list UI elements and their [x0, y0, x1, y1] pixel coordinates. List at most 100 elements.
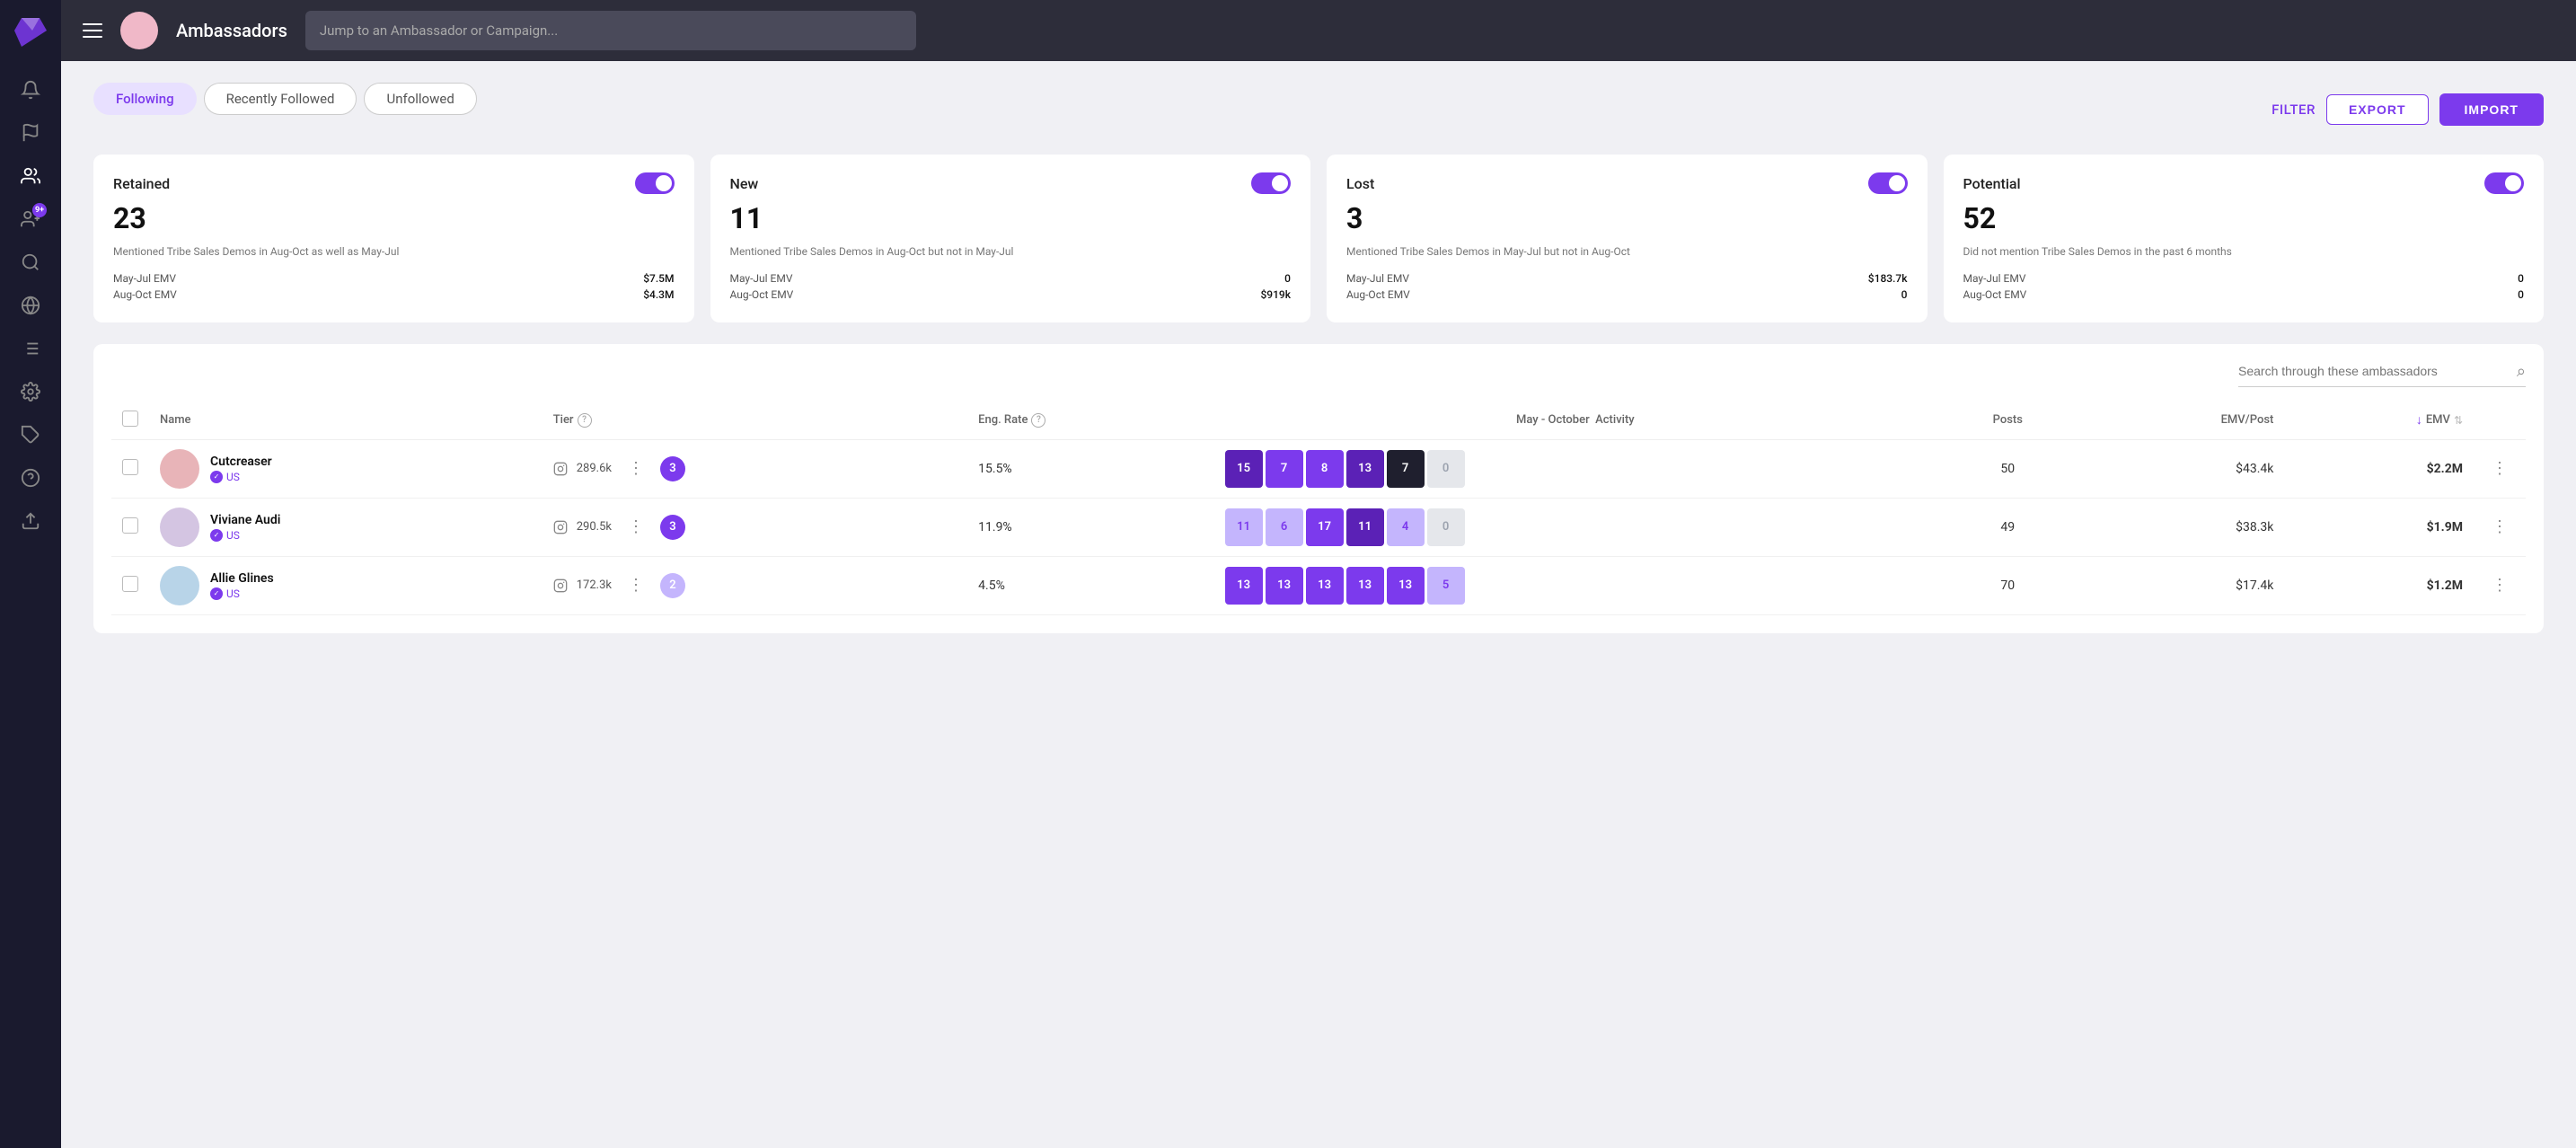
country-label: US: [226, 587, 240, 600]
th-period: May - October Activity: [1214, 402, 1936, 440]
emv-value: $2.2M: [2427, 462, 2463, 476]
posts-cell: 50: [1936, 439, 2078, 498]
filter-button[interactable]: FILTER: [2272, 102, 2316, 118]
card-title-lost: Lost: [1346, 175, 1374, 192]
card-stat-retained-1: Aug-Oct EMV $4.3M: [113, 288, 675, 301]
table-body: Cutcreaser ✓ US 289.6k ⋮ 3 15.5%15781370…: [111, 439, 2526, 614]
sidebar-item-add-person[interactable]: 9+: [11, 199, 50, 239]
logo[interactable]: [0, 0, 61, 61]
activity-cell: 13131313135: [1214, 556, 1936, 614]
card-lost: Lost 3 Mentioned Tribe Sales Demos in Ma…: [1327, 155, 1928, 322]
instagram-icon: [553, 462, 568, 476]
sidebar-item-flag[interactable]: [11, 113, 50, 153]
stat-value: 0: [2518, 288, 2524, 301]
card-number-potential: 52: [1963, 201, 2525, 235]
th-tier: Tier ?: [543, 402, 967, 440]
row-checkbox[interactable]: [122, 517, 138, 534]
tab-recently-followed[interactable]: Recently Followed: [204, 83, 357, 115]
sidebar-item-globe[interactable]: [11, 286, 50, 325]
tag-icon: [21, 425, 40, 445]
select-all-checkbox[interactable]: [122, 411, 138, 427]
topbar: Ambassadors Jump to an Ambassador or Cam…: [61, 0, 2576, 61]
export-icon: [21, 511, 40, 531]
card-stat-new-1: Aug-Oct EMV $919k: [730, 288, 1292, 301]
card-title-retained: Retained: [113, 175, 170, 192]
global-search[interactable]: Jump to an Ambassador or Campaign...: [305, 11, 916, 50]
toggle-lost[interactable]: [1868, 172, 1908, 194]
ambassador-name: Allie Glines: [210, 571, 274, 586]
row-checkbox[interactable]: [122, 576, 138, 592]
card-title-potential: Potential: [1963, 175, 2021, 192]
th-emv: ↓ EMV ⇅: [2284, 402, 2474, 440]
th-actions: [2474, 402, 2526, 440]
sidebar-item-list[interactable]: [11, 329, 50, 368]
header-row: Following Recently Followed Unfollowed F…: [93, 83, 2544, 137]
toggle-retained[interactable]: [635, 172, 675, 194]
activity-cell-2: 8: [1306, 450, 1344, 488]
sidebar-item-tag[interactable]: [11, 415, 50, 455]
toggle-new[interactable]: [1251, 172, 1291, 194]
card-stat-lost-0: May-Jul EMV $183.7k: [1346, 272, 1908, 285]
row-dots-menu[interactable]: ⋮: [2484, 572, 2515, 598]
tier-badge: 2: [660, 573, 685, 598]
tier-info-icon[interactable]: ?: [578, 413, 592, 428]
stat-label: Aug-Oct EMV: [113, 288, 177, 301]
dots-menu-tier[interactable]: ⋮: [621, 572, 651, 598]
emv-value: $1.2M: [2427, 578, 2463, 593]
import-button[interactable]: IMPORT: [2439, 93, 2544, 126]
main-area: Ambassadors Jump to an Ambassador or Cam…: [61, 0, 2576, 1148]
sort-down-icon: ↓: [2416, 412, 2422, 428]
eng-rate-info-icon[interactable]: ?: [1031, 413, 1045, 428]
tab-following[interactable]: Following: [93, 83, 197, 115]
sidebar-item-people[interactable]: [11, 156, 50, 196]
stat-value: 0: [1284, 272, 1291, 285]
ambassador-name-cell: Allie Glines ✓ US: [149, 556, 543, 614]
card-header-potential: Potential: [1963, 172, 2525, 194]
table-search[interactable]: ⌕: [2238, 362, 2526, 387]
menu-button[interactable]: [83, 23, 102, 38]
row-checkbox[interactable]: [122, 459, 138, 475]
stat-label: Aug-Oct EMV: [1346, 288, 1410, 301]
table-row: Viviane Audi ✓ US 290.5k ⋮ 3 11.9%116171…: [111, 498, 2526, 556]
row-dots-menu[interactable]: ⋮: [2484, 455, 2515, 481]
card-header-retained: Retained: [113, 172, 675, 194]
dots-menu-tier[interactable]: ⋮: [621, 455, 651, 481]
sidebar-item-search[interactable]: [11, 243, 50, 282]
toggle-potential[interactable]: [2484, 172, 2524, 194]
sidebar-item-notifications[interactable]: [11, 70, 50, 110]
card-stat-retained-0: May-Jul EMV $7.5M: [113, 272, 675, 285]
eng-rate-value: 11.9%: [978, 520, 1012, 534]
header-actions: FILTER EXPORT IMPORT: [2272, 93, 2544, 126]
tab-unfollowed[interactable]: Unfollowed: [364, 83, 476, 115]
card-new: New 11 Mentioned Tribe Sales Demos in Au…: [710, 155, 1311, 322]
emv-cell: $2.2M: [2284, 439, 2474, 498]
activity-cell-0: 15: [1225, 450, 1263, 488]
stat-label: May-Jul EMV: [730, 272, 793, 285]
ambassador-avatar: [160, 449, 199, 489]
export-button[interactable]: EXPORT: [2326, 94, 2429, 125]
table-search-input[interactable]: [2238, 364, 2510, 378]
card-desc-new: Mentioned Tribe Sales Demos in Aug-Oct b…: [730, 244, 1292, 260]
activity-cell-5: 0: [1427, 450, 1465, 488]
dots-menu-tier[interactable]: ⋮: [621, 514, 651, 540]
stat-value: $7.5M: [643, 272, 674, 285]
sidebar-item-export[interactable]: [11, 501, 50, 541]
row-dots-menu[interactable]: ⋮: [2484, 514, 2515, 540]
sidebar-item-help[interactable]: [11, 458, 50, 498]
activity-cell-1: 7: [1266, 450, 1303, 488]
card-number-new: 11: [730, 201, 1292, 235]
sort-up-icon[interactable]: ⇅: [2454, 414, 2463, 427]
card-title-new: New: [730, 175, 759, 192]
activity-cell-4: 4: [1387, 508, 1425, 546]
list-icon: [21, 339, 40, 358]
card-retained: Retained 23 Mentioned Tribe Sales Demos …: [93, 155, 694, 322]
stat-label: May-Jul EMV: [1963, 272, 2026, 285]
follower-count: 289.6k: [577, 462, 612, 475]
stat-value: $183.7k: [1868, 272, 1908, 285]
sidebar-item-settings[interactable]: [11, 372, 50, 411]
th-checkbox: [111, 402, 149, 440]
th-posts: Posts: [1936, 402, 2078, 440]
card-desc-potential: Did not mention Tribe Sales Demos in the…: [1963, 244, 2525, 260]
content-area: Following Recently Followed Unfollowed F…: [61, 61, 2576, 1148]
activity-cell-0: 11: [1225, 508, 1263, 546]
